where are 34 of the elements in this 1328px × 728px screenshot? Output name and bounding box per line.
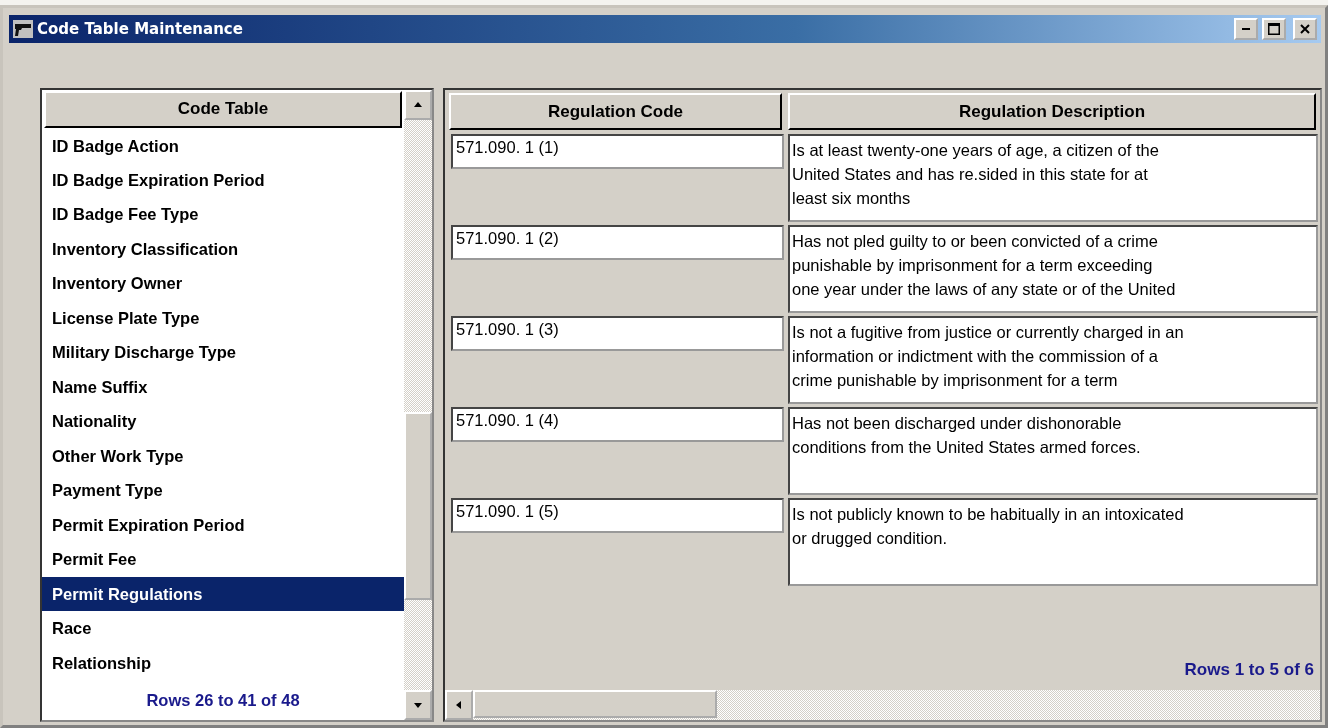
description-field[interactable]: Is at least twenty-one years of age, a citizen of the United States and has re.sided in this state for at least six months [788,134,1318,222]
column-header[interactable]: Regulation Description [788,93,1316,130]
list-item[interactable]: Permit Regulations [42,576,404,612]
code-field[interactable]: 571.090. 1 (5) [451,498,784,533]
down-arrow-icon [413,701,423,709]
column-header[interactable]: Code Table [44,91,402,128]
window-title: Code Table Maintenance [37,20,244,38]
scroll-down-button[interactable] [404,690,432,720]
description-field[interactable]: Is not publicly known to be habitually in an intoxicated or drugged condition. [788,498,1318,586]
minimize-button[interactable] [1234,18,1258,40]
row-count: Rows 26 to 41 of 48 [145,689,301,711]
description-field[interactable]: Has not been discharged under dishonorable conditions from the United States armed forces. [788,407,1318,495]
column-header[interactable]: Regulation Code [449,93,782,130]
maximize-icon [1268,23,1280,35]
scroll-thumb[interactable] [404,412,432,600]
up-arrow-icon [413,101,423,109]
close-icon [1300,24,1310,34]
description-field[interactable]: Is not a fugitive from justice or currently charged in an information or indictment with the commission of a crime punishable by imprisonment for a term [788,316,1318,404]
minimize-icon [1242,28,1250,30]
maximize-button[interactable] [1262,18,1286,40]
scroll-left-button[interactable] [445,690,473,720]
scroll-thumb[interactable] [473,690,717,718]
code-field[interactable]: 571.090. 1 (2) [451,225,784,260]
description-field[interactable]: Has not pled guilty to or been convicted of a crime punishable by imprisonment for a term exceeding one year under the laws of any state or of the United [788,225,1318,313]
row-count: Rows 1 to 5 of 6 [1184,660,1315,681]
pistol-icon [13,20,33,38]
left-arrow-icon [454,701,464,709]
vertical-scrollbar[interactable] [404,90,432,720]
code-field[interactable]: 571.090. 1 (4) [451,407,784,442]
code-field[interactable]: 571.090. 1 (3) [451,316,784,351]
close-button[interactable] [1293,18,1317,40]
scroll-up-button[interactable] [404,90,432,120]
horizontal-scrollbar[interactable] [445,690,1320,720]
code-field[interactable]: 571.090. 1 (1) [451,134,784,169]
